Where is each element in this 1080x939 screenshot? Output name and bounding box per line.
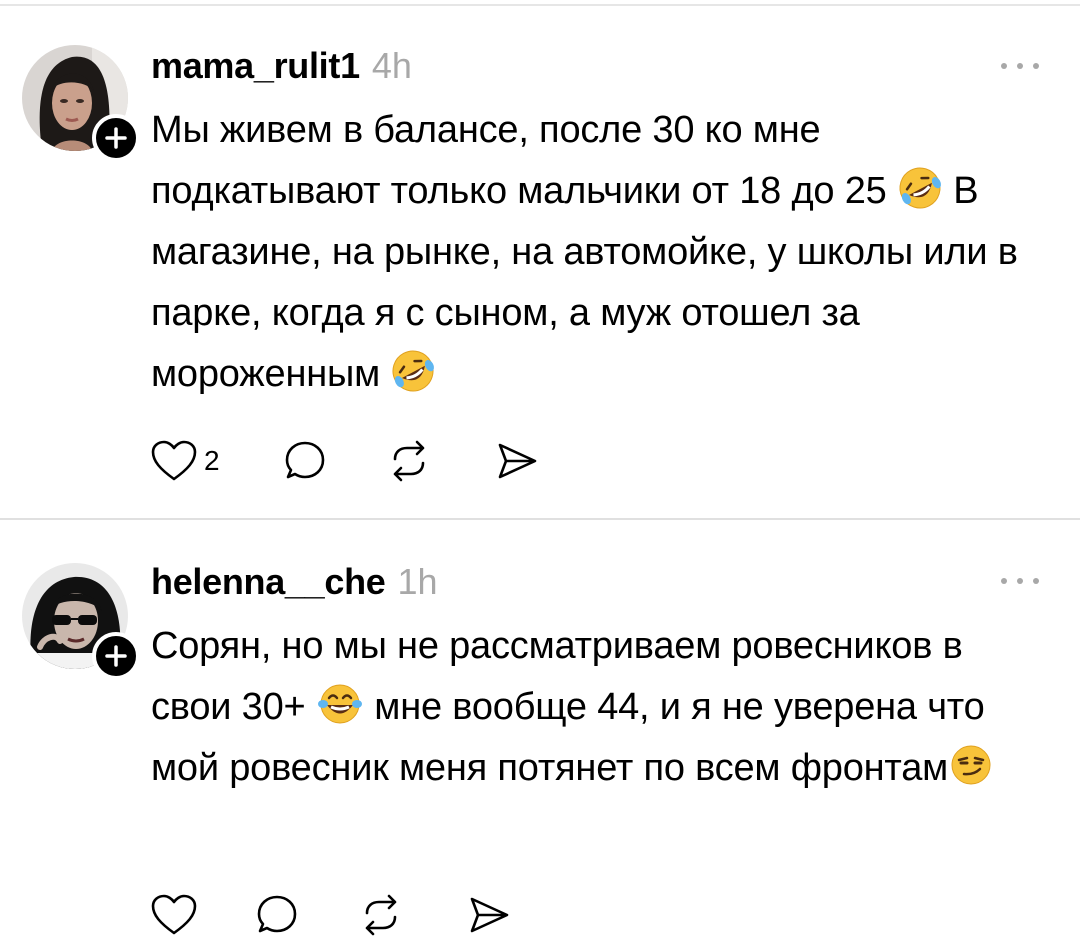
post-divider xyxy=(0,518,1080,520)
repost-icon xyxy=(393,440,425,482)
tears-of-joy-emoji xyxy=(316,682,364,726)
repost-button[interactable] xyxy=(359,891,403,939)
follow-button[interactable] xyxy=(92,632,140,680)
send-icon xyxy=(498,443,537,479)
username[interactable]: mama_rulit1 xyxy=(151,45,360,87)
timestamp: 4h xyxy=(371,45,412,86)
post-header: mama_rulit1 4h xyxy=(151,45,412,87)
plus-icon xyxy=(105,645,127,667)
reply-button[interactable] xyxy=(255,891,299,939)
repost-icon xyxy=(365,894,397,936)
share-button[interactable] xyxy=(495,437,539,485)
reply-button[interactable] xyxy=(283,437,327,485)
follow-button[interactable] xyxy=(92,114,140,162)
share-button[interactable] xyxy=(467,891,511,939)
post-helenna-che: helenna__che 1h Сорян, но мы не рассматр… xyxy=(0,521,1080,936)
username[interactable]: helenna__che xyxy=(151,561,386,603)
plus-icon xyxy=(105,127,127,149)
heart-icon xyxy=(151,894,197,935)
like-button[interactable] xyxy=(150,891,204,939)
post-mama-rulit1: mama_rulit1 4h Мы живем в балансе, после… xyxy=(0,0,1080,518)
post-text: Мы живем в балансе, после 30 ко мне подк… xyxy=(151,100,1041,405)
more-icon xyxy=(1001,63,1039,69)
smirk-emoji xyxy=(948,743,994,787)
more-icon xyxy=(1001,578,1039,584)
comment-icon xyxy=(257,895,297,933)
heart-icon xyxy=(151,440,197,481)
post-text-part: Мы живем в балансе, после 30 ко мне подк… xyxy=(151,109,897,212)
timestamp: 1h xyxy=(397,561,438,602)
like-count: 2 xyxy=(204,445,220,476)
more-options-button[interactable] xyxy=(998,56,1042,76)
post-text: Сорян, но мы не рассматриваем ровесников… xyxy=(151,616,1051,799)
comment-icon xyxy=(285,441,325,479)
more-options-button[interactable] xyxy=(998,571,1042,591)
rolling-laughing-emoji xyxy=(390,348,436,394)
like-button[interactable]: 2 xyxy=(150,437,220,485)
send-icon xyxy=(470,897,509,933)
post-header: helenna__che 1h xyxy=(151,561,438,603)
rolling-laughing-emoji xyxy=(897,165,943,211)
repost-button[interactable] xyxy=(387,437,431,485)
